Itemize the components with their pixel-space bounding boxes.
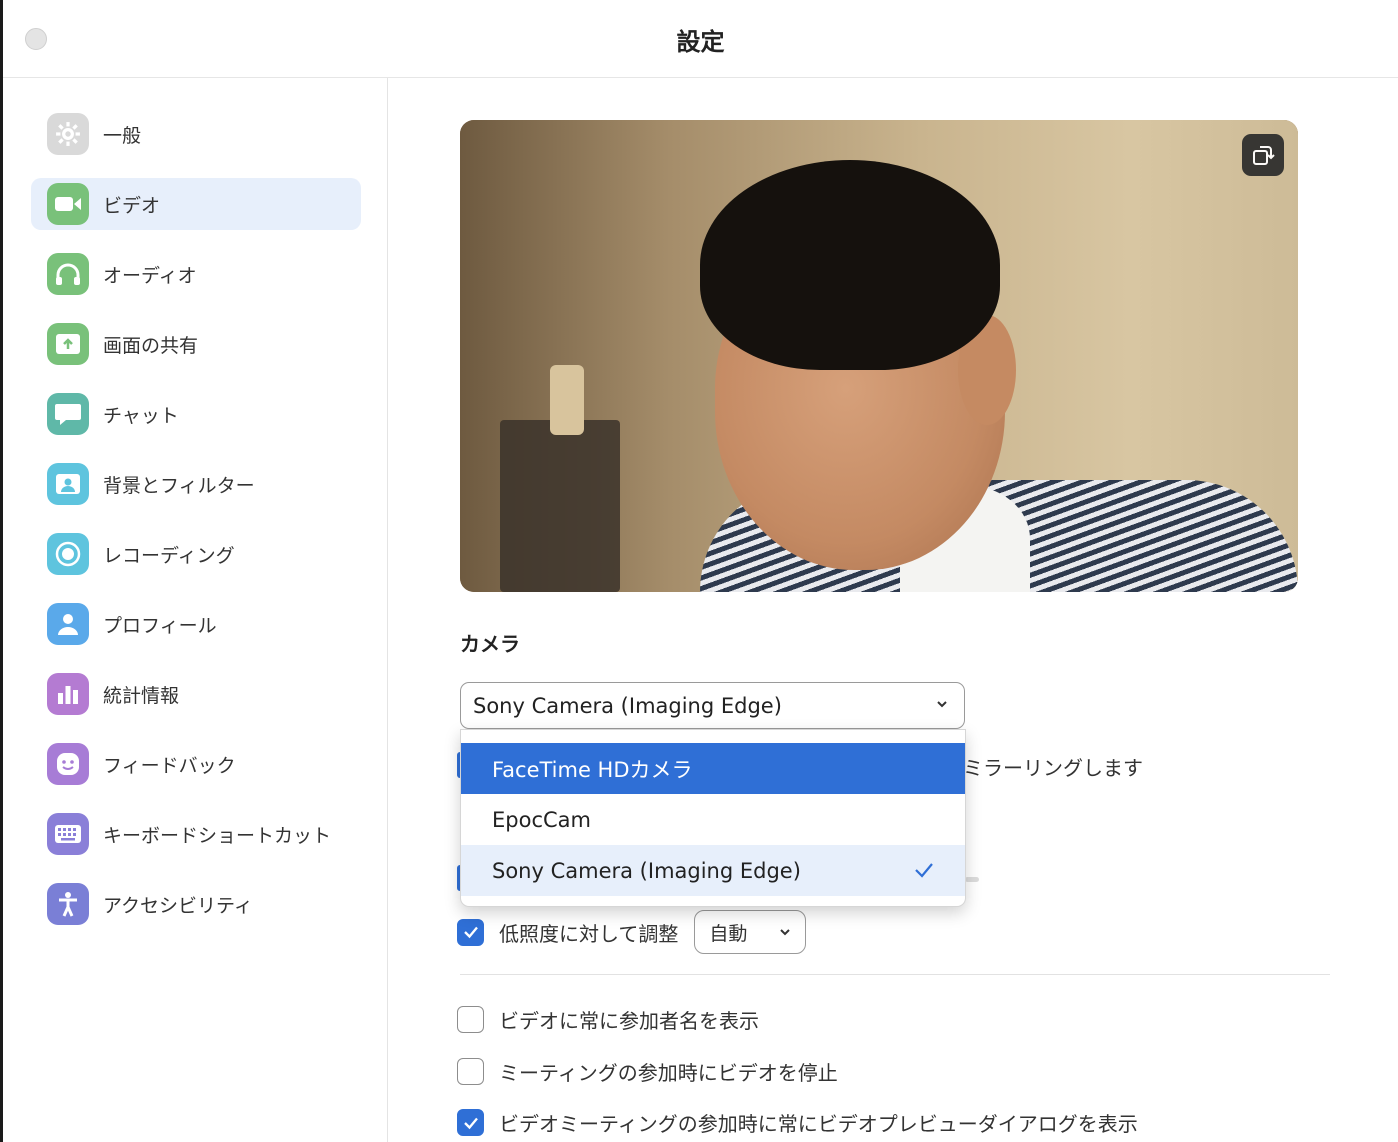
settings-sidebar: 一般 ビデオ オーディオ 画面の共有 チャット 背景とフィルター レコーディング…	[3, 78, 388, 1142]
share-screen-icon	[47, 323, 89, 365]
title-bar: 設定	[3, 0, 1398, 78]
video-settings-panel: カメラ Sony Camera (Imaging Edge) ミラーリングします…	[389, 78, 1398, 1142]
option-label: ビデオミーティングの参加時に常にビデオプレビューダイアログを表示	[499, 1112, 1138, 1136]
rotate-video-button[interactable]	[1242, 134, 1284, 176]
preview-lamp	[550, 365, 584, 435]
keyboard-icon	[47, 813, 89, 855]
sidebar-item-profile[interactable]: プロフィール	[31, 598, 361, 650]
option-row: ミーティングの参加時にビデオを停止	[457, 1057, 838, 1086]
mirror-label: ミラーリングします	[963, 756, 1143, 780]
option-label: ミーティングの参加時にビデオを停止	[499, 1061, 838, 1085]
camera-select[interactable]: Sony Camera (Imaging Edge)	[460, 682, 965, 729]
check-icon	[463, 1117, 478, 1129]
sidebar-item-label: フィードバック	[103, 754, 236, 777]
camera-option[interactable]: EpocCam	[461, 794, 965, 845]
bar-chart-icon	[47, 673, 89, 715]
check-icon	[463, 926, 478, 939]
sidebar-item-label: アクセシビリティ	[103, 894, 253, 917]
checkmark-icon	[915, 863, 933, 878]
headphones-icon	[47, 253, 89, 295]
sidebar-item-label: 背景とフィルター	[103, 474, 255, 497]
accessibility-icon	[47, 883, 89, 925]
chevron-down-icon	[780, 929, 791, 936]
preview-hair	[700, 160, 1000, 370]
low-light-checkbox[interactable]	[457, 918, 484, 946]
camera-dropdown-menu: FaceTime HDカメラ EpocCam Sony Camera (Imag…	[460, 729, 966, 907]
chat-bubble-icon	[47, 393, 89, 435]
gear-icon	[47, 113, 89, 155]
option-label: ビデオに常に参加者名を表示	[499, 1009, 759, 1033]
option-row: ビデオに常に参加者名を表示	[457, 1005, 759, 1034]
sidebar-item-label: 統計情報	[103, 684, 180, 707]
portrait-icon	[47, 463, 89, 505]
sidebar-item-label: オーディオ	[103, 264, 197, 287]
settings-window: 設定 一般 ビデオ オーディオ 画面の共有 チャット 背景とフィルター レコーデ…	[0, 0, 1398, 1142]
camera-preview	[460, 120, 1298, 592]
sidebar-item-label: ビデオ	[103, 194, 161, 217]
camera-option[interactable]: FaceTime HDカメラ	[461, 743, 965, 794]
sidebar-item-label: キーボードショートカット	[103, 824, 332, 847]
sidebar-item-label: 一般	[103, 124, 142, 147]
window-title: 設定	[676, 28, 725, 56]
camera-select-value: Sony Camera (Imaging Edge)	[473, 693, 782, 718]
sidebar-item-label: レコーディング	[103, 544, 235, 567]
preview-shelf	[500, 420, 620, 592]
low-light-mode-select[interactable]: 自動	[694, 910, 807, 954]
sidebar-item-label: プロフィール	[103, 614, 217, 637]
section-divider	[460, 974, 1330, 975]
sidebar-item-background-filters[interactable]: 背景とフィルター	[31, 458, 361, 510]
sidebar-item-keyboard-shortcuts[interactable]: キーボードショートカット	[31, 808, 361, 860]
record-icon	[47, 533, 89, 575]
sidebar-item-feedback[interactable]: フィードバック	[31, 738, 361, 790]
chevron-down-icon	[937, 701, 947, 708]
sidebar-item-share-screen[interactable]: 画面の共有	[31, 318, 361, 370]
video-camera-icon	[47, 183, 89, 225]
touch-up-slider[interactable]	[965, 877, 979, 882]
person-icon	[47, 603, 89, 645]
smiley-icon	[47, 743, 89, 785]
sidebar-item-statistics[interactable]: 統計情報	[31, 668, 361, 720]
camera-option[interactable]: Sony Camera (Imaging Edge)	[461, 845, 965, 896]
sidebar-item-recording[interactable]: レコーディング	[31, 528, 361, 580]
preview-dialog-checkbox[interactable]	[457, 1109, 484, 1136]
stop-video-checkbox[interactable]	[457, 1058, 484, 1085]
sidebar-item-audio[interactable]: オーディオ	[31, 248, 361, 300]
option-row: ビデオミーティングの参加時に常にビデオプレビューダイアログを表示	[457, 1108, 1138, 1137]
sidebar-item-accessibility[interactable]: アクセシビリティ	[31, 878, 361, 930]
show-name-checkbox[interactable]	[457, 1006, 484, 1033]
sidebar-item-video[interactable]: ビデオ	[31, 178, 361, 230]
low-light-label: 低照度に対して調整	[499, 921, 679, 946]
low-light-row: 低照度に対して調整 自動	[457, 910, 807, 954]
sidebar-item-chat[interactable]: チャット	[31, 388, 361, 440]
sidebar-item-label: 画面の共有	[103, 334, 199, 357]
sidebar-item-general[interactable]: 一般	[31, 108, 361, 160]
sidebar-item-label: チャット	[103, 404, 179, 427]
camera-section-title: カメラ	[460, 632, 520, 656]
rotate-icon	[1253, 146, 1275, 165]
